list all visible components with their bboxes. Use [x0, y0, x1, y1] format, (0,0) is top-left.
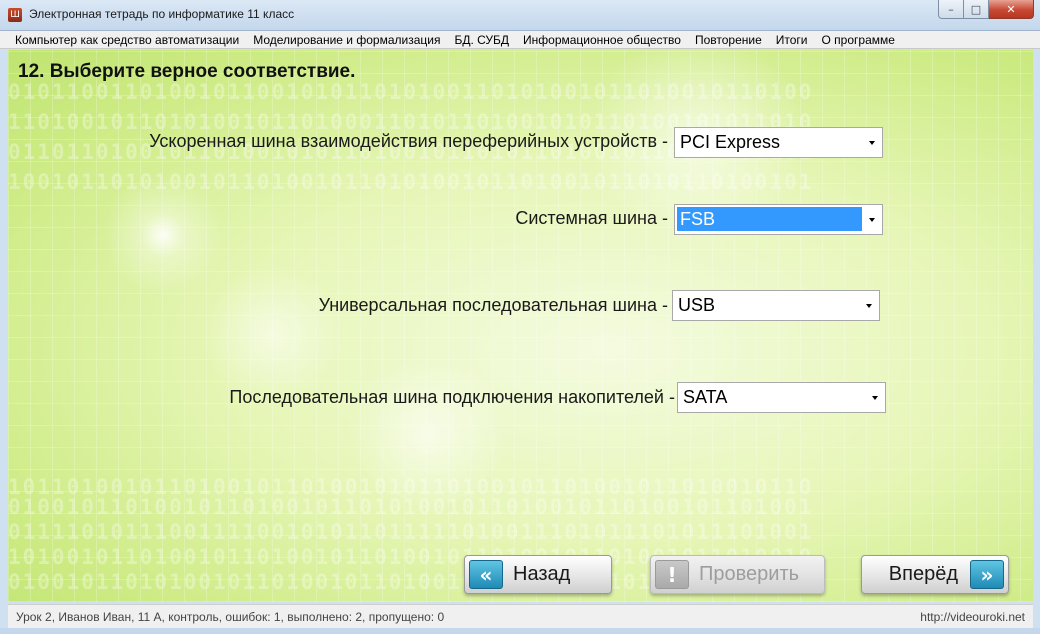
match-label-universal-serial-bus: Универсальная последовательная шина - [318, 295, 668, 315]
app-icon: Ш [8, 8, 22, 22]
back-button[interactable]: « Назад [464, 555, 612, 594]
question-title: 12. Выберите верное соответствие. [18, 61, 356, 82]
check-button[interactable]: ! Проверить [650, 555, 825, 594]
menu-item-review[interactable]: Повторение [688, 33, 769, 47]
double-chevron-right-icon: » [970, 560, 1004, 589]
website-link[interactable]: http://videouroki.net [920, 610, 1025, 624]
match-label-pci-express: Ускоренная шина взаимодействия переферий… [149, 131, 668, 151]
window-controls: – □ ✕ [938, 0, 1034, 19]
match-select-value: USB [678, 295, 716, 315]
menu-item-results[interactable]: Итоги [769, 33, 815, 47]
window-frame [0, 628, 1040, 634]
back-button-label: Назад [513, 563, 571, 585]
menu-item-information-society[interactable]: Информационное общество [516, 33, 688, 47]
background-binary-pattern: 0100101101001011010010110101001011010010… [8, 495, 814, 519]
menu-item-modeling[interactable]: Моделирование и формализация [246, 33, 447, 47]
menu-item-automation[interactable]: Компьютер как средство автоматизации [8, 33, 246, 47]
exercise-panel: 0101100110100101100101011010100110101001… [8, 50, 1033, 602]
match-select-2[interactable]: FSB [674, 204, 883, 235]
chevron-down-icon[interactable] [863, 291, 875, 320]
background-binary-pattern: 1001011010100101101001011010100101101001… [8, 170, 814, 194]
next-button[interactable]: Вперёд » [861, 555, 1009, 594]
double-chevron-left-icon: « [469, 560, 503, 589]
chevron-down-icon[interactable] [866, 205, 878, 234]
background-binary-pattern: 0111101011100111100101011011111010011101… [8, 520, 814, 544]
match-label-system-bus: Системная шина - [515, 208, 668, 228]
next-button-label: Вперёд [888, 563, 958, 585]
match-select-value: SATA [683, 387, 728, 407]
menu-item-databases[interactable]: БД. СУБД [447, 33, 516, 47]
match-select-value: FSB [677, 207, 862, 231]
menu-item-about[interactable]: О программе [815, 33, 902, 47]
exclamation-icon: ! [655, 560, 689, 589]
menu-bar: Компьютер как средство автоматизации Мод… [0, 31, 1040, 49]
check-button-label: Проверить [699, 563, 800, 585]
status-text: Урок 2, Иванов Иван, 11 А, контроль, оши… [16, 609, 445, 624]
chevron-down-icon[interactable] [869, 383, 881, 412]
match-select-4[interactable]: SATA [677, 382, 886, 413]
match-select-1[interactable]: PCI Express [674, 127, 883, 158]
status-bar: Урок 2, Иванов Иван, 11 А, контроль, оши… [8, 604, 1033, 628]
match-select-3[interactable]: USB [672, 290, 880, 321]
chevron-down-icon[interactable] [866, 128, 878, 157]
maximize-button[interactable]: □ [964, 0, 989, 19]
close-button[interactable]: ✕ [989, 0, 1034, 19]
title-bar: Ш Электронная тетрадь по информатике 11 … [0, 0, 1040, 31]
background-binary-pattern: 0101100110100101100101011010100110101001… [8, 80, 814, 104]
window-title: Электронная тетрадь по информатике 11 кл… [29, 7, 295, 21]
match-select-value: PCI Express [680, 132, 781, 152]
match-label-storage-bus: Последовательная шина подключения накопи… [229, 387, 675, 407]
minimize-button[interactable]: – [938, 0, 964, 19]
